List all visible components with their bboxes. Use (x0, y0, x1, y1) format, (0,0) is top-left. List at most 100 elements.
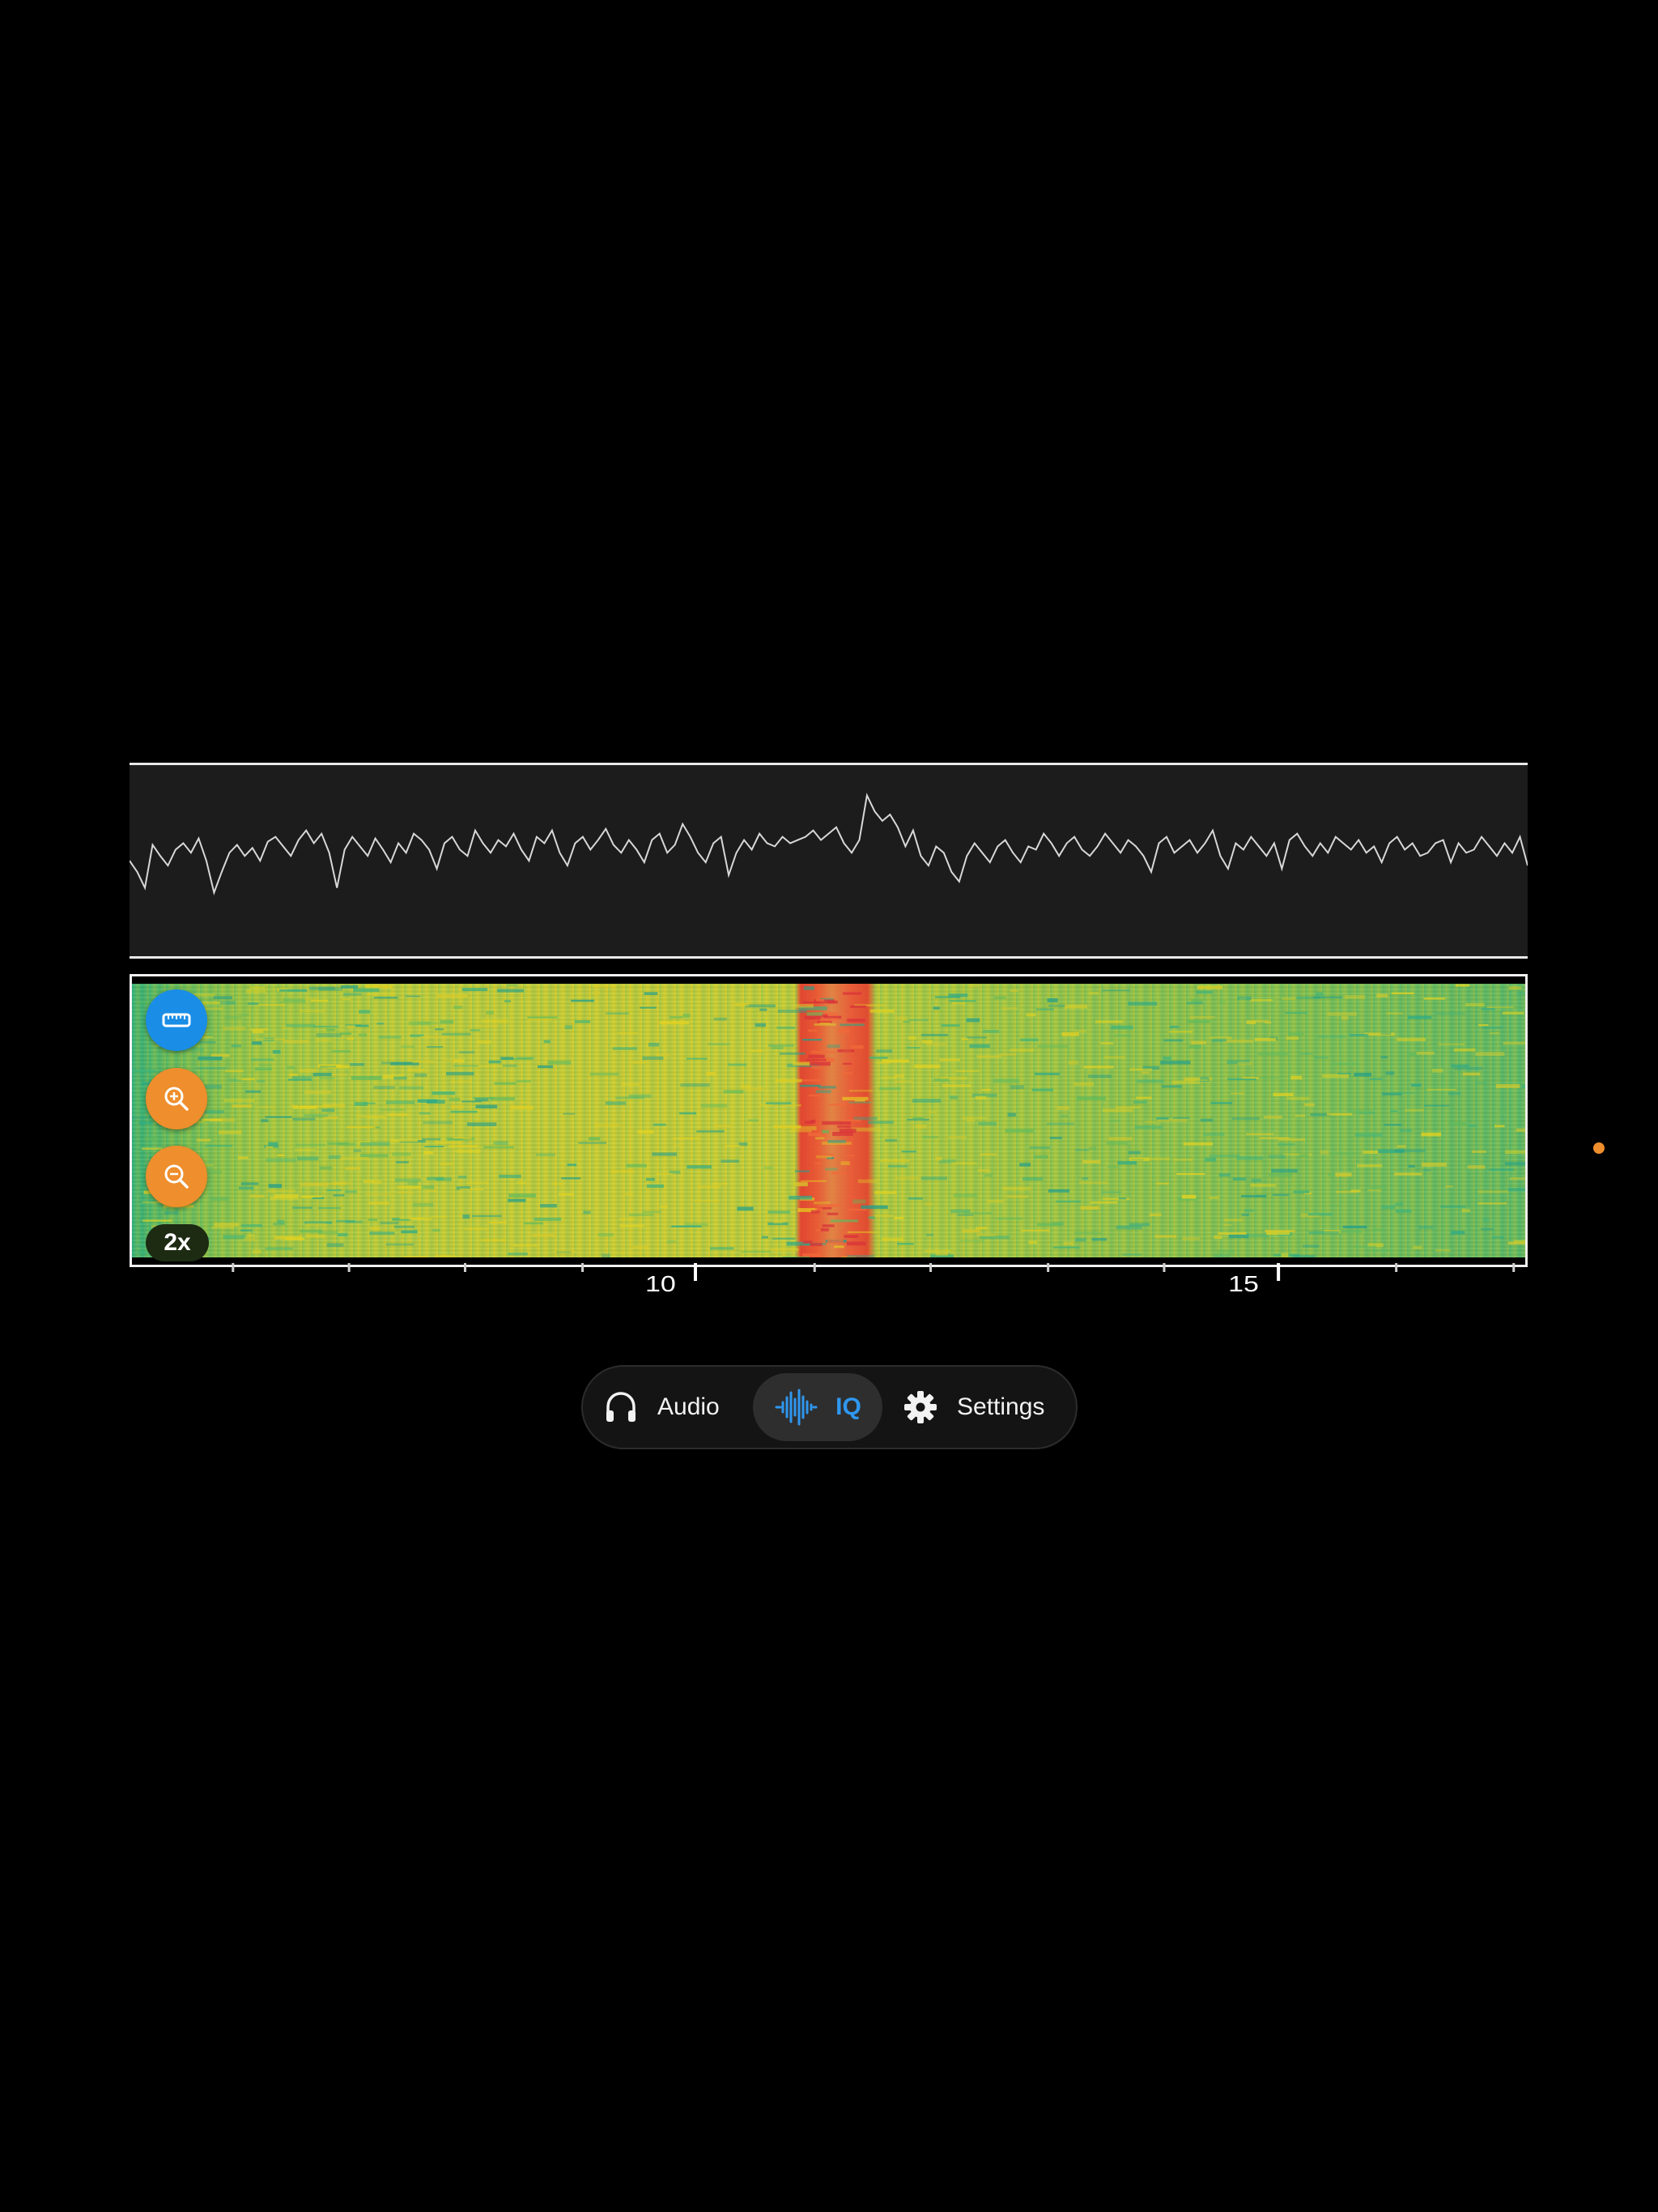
waterfall-speckle (1082, 1159, 1101, 1163)
waterfall-speckle (340, 1032, 351, 1035)
waterfall-speckle (252, 1029, 264, 1033)
waterfall-speckle (1163, 1039, 1184, 1042)
waterfall-speckle (466, 1181, 489, 1185)
waterfall-speckle (420, 1036, 451, 1038)
waterfall-speckle (878, 1087, 901, 1091)
waterfall-speckle (210, 1197, 229, 1202)
waterfall-speckle (342, 998, 351, 1001)
waterfall-speckle (1507, 1241, 1525, 1245)
waterfall-speckle (961, 1038, 969, 1040)
waterfall-speckle (197, 1138, 211, 1142)
waterfall-speckle (1111, 1025, 1133, 1030)
waterfall-speckle (1431, 1069, 1443, 1073)
waterfall-speckle (1182, 1236, 1200, 1241)
waterfall-speckle (827, 1140, 846, 1143)
tab-settings[interactable]: Settings (902, 1373, 1072, 1441)
waterfall-speckle (480, 1019, 508, 1023)
waterfall-speckle (204, 1007, 223, 1010)
waterfall-speckle (1107, 1166, 1119, 1168)
waterfall-speckle (245, 1090, 261, 1093)
waterfall-speckle (219, 1001, 236, 1005)
waterfall-speckle (446, 1071, 474, 1076)
waterfall-speckle (612, 1047, 637, 1050)
waterfall-speckle (1106, 1141, 1128, 1145)
waterfall-speckle (413, 1202, 434, 1207)
waterfall-speckle (231, 1044, 242, 1048)
waterfall-speckle (1490, 1032, 1499, 1035)
waterfall-speckle (725, 1145, 741, 1147)
waterfall-speckle (267, 1189, 296, 1193)
signal-band-detail (843, 992, 862, 995)
waterfall-speckle (574, 1020, 591, 1023)
waterfall-speckle (1445, 1185, 1453, 1188)
waterfall-speckle (368, 1219, 378, 1221)
waterfall-speckle (625, 1193, 633, 1195)
waterfall-speckle (295, 1149, 316, 1151)
waterfall-speckle (995, 1217, 1023, 1220)
waterfall-speckle (1245, 1234, 1269, 1238)
waterfall-speckle (316, 1033, 342, 1037)
waterfall-speckle (771, 1046, 784, 1049)
waterfall-speckle (1029, 1146, 1051, 1149)
ruler-button[interactable] (146, 989, 207, 1051)
waterfall-speckle (772, 1237, 795, 1240)
waterfall-speckle (1217, 1249, 1235, 1253)
signal-band-detail (810, 1243, 823, 1246)
waterfall-speckle (1222, 1039, 1253, 1043)
waterfall-speckle (132, 1070, 157, 1073)
waterfall-speckle (327, 1142, 349, 1145)
waterfall-panel[interactable] (130, 974, 1528, 1267)
waterfall-speckle (326, 1189, 342, 1192)
waterfall-speckle (671, 1225, 702, 1227)
zoom-out-button[interactable] (146, 1146, 207, 1207)
waterfall-speckle (966, 1018, 980, 1023)
waterfall-speckle (258, 1004, 286, 1006)
waterfall-speckle (567, 1163, 577, 1167)
waterfall-speckle (1316, 992, 1324, 997)
waterfall-speckle (1509, 1177, 1525, 1180)
waterfall-speckle (967, 1036, 987, 1039)
waterfall-speckle (278, 989, 308, 992)
waterfall-speckle (922, 1135, 938, 1138)
waterfall-speckle (1451, 1064, 1469, 1068)
waterfall-speckle (1088, 1146, 1096, 1151)
waterfall-speckle (1516, 1128, 1525, 1132)
waterfall-speckle (1286, 1096, 1310, 1100)
waterfall-speckle (292, 1075, 312, 1079)
waterfall-speckle (462, 1137, 471, 1140)
waterfall-speckle (589, 1072, 619, 1076)
waterfall-speckle (1137, 1079, 1164, 1083)
waterfall-speckle (803, 986, 814, 990)
waterfall-speckle (370, 1226, 381, 1231)
waterfall-speckle (1218, 1232, 1247, 1235)
spectrum-plot (130, 793, 1528, 895)
waterfall-speckle (422, 1138, 441, 1141)
waterfall-speckle (516, 1180, 527, 1185)
waterfall-speckle (450, 1080, 472, 1083)
waterfall-speckle (815, 1155, 832, 1159)
waterfall-speckle (978, 1121, 997, 1125)
waterfall-speckle (982, 1088, 991, 1091)
waterfall-speckle (431, 1215, 448, 1218)
waterfall-speckle (983, 1030, 999, 1033)
waterfall-speckle (1005, 1129, 1034, 1133)
waterfall-speckle (325, 1028, 336, 1032)
waterfall-speckle (1405, 1108, 1424, 1112)
waterfall-speckle (336, 1219, 355, 1223)
spectrum-panel[interactable] (130, 763, 1528, 959)
waterfall-speckle (366, 1117, 388, 1119)
waterfall-speckle (745, 1004, 776, 1008)
waterfall-speckle (397, 1185, 425, 1189)
waterfall-speckle (1182, 1194, 1197, 1199)
waterfall-speckle (462, 1214, 470, 1219)
waterfall-speckle (563, 1112, 576, 1115)
zoom-in-button[interactable] (146, 1068, 207, 1129)
waterfall-speckle (1451, 1231, 1465, 1235)
signal-band-detail (808, 1054, 825, 1058)
waterfall-speckle (1080, 1206, 1099, 1210)
waterfall-speckle (240, 1182, 259, 1185)
tab-audio[interactable]: Audio (602, 1373, 748, 1441)
tab-iq[interactable]: IQ (753, 1373, 882, 1441)
waterfall-speckle (1408, 1164, 1415, 1168)
waterfall-speckle (794, 1182, 808, 1187)
